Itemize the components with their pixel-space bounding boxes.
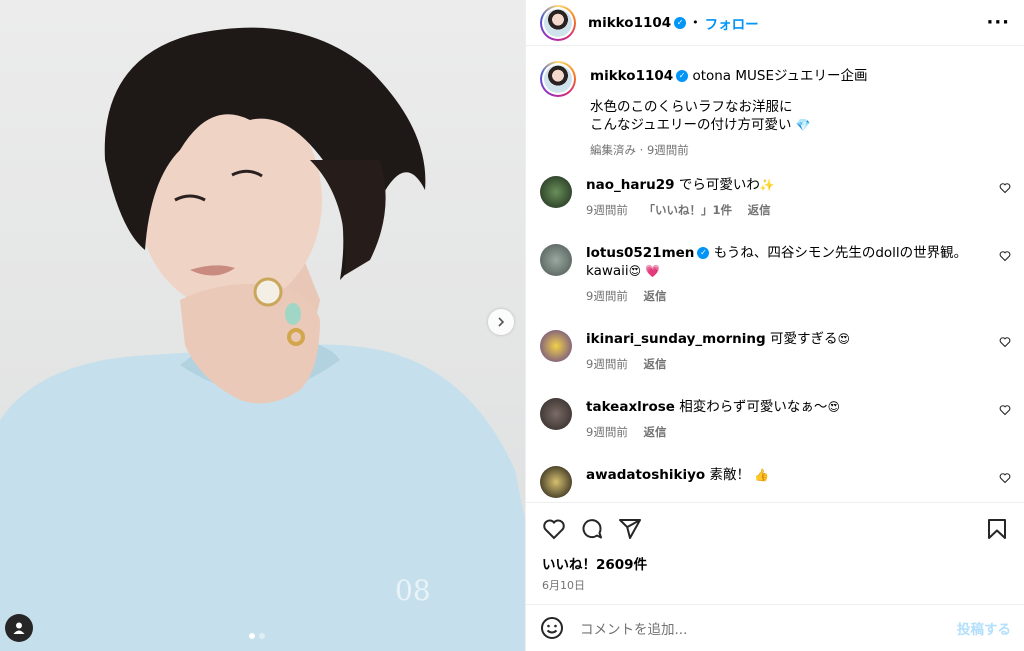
next-media-button[interactable] [488,309,514,335]
commenter-username[interactable]: lotus0521men [586,245,694,261]
likes-count[interactable]: いいね！2609件 [542,553,1009,573]
heart-icon[interactable] [999,336,1011,348]
heart-icon[interactable] [999,182,1011,194]
caption-line-2: こんなジュエリーの付け方可愛い [590,117,792,133]
comment-likes[interactable]: 「いいね！」1件 [643,203,732,217]
post-actions: いいね！2609件 6月10日 [526,502,1024,593]
post-date: 6月10日 [542,579,585,592]
verified-badge-icon: ✓ [697,247,710,259]
post-photo: 08 [0,27,525,651]
post-header: mikko1104 ✓ • フォロー ··· [526,0,1024,46]
commenter-username[interactable]: awadatoshikiyo [586,467,705,483]
heart-icon[interactable] [999,404,1011,416]
follow-button[interactable]: フォロー [705,13,759,33]
user-tag-icon [13,622,25,634]
gem-emoji: 💎 [795,118,811,132]
comment: takeaxlrose 相変わらず可愛いなぁ〜😍 9週間前 返信 [540,398,1011,441]
caption-avatar[interactable] [540,61,576,97]
comment: awadatoshikiyo 素敵！ 👍 [540,466,1011,498]
comment-meta: 9週間前 「いいね！」1件 返信 [586,201,1011,219]
heart-icon[interactable] [999,472,1011,484]
heart-icon[interactable] [542,517,566,541]
caption: mikko1104 ✓ otona MUSEジュエリー企画 水色のこのくらいラフな… [540,61,1011,159]
comment-text: 相変わらず可愛いなぁ〜 [679,399,828,415]
comment-icon[interactable] [580,517,604,541]
reply-button[interactable]: 返信 [748,203,771,217]
commenter-avatar[interactable] [540,244,572,276]
heart-eyes-emoji: 😍 [827,400,840,414]
caption-title: otona MUSEジュエリー企画 [692,68,868,84]
comment-time: 9週間前 [586,203,628,217]
comments-feed[interactable]: mikko1104 ✓ otona MUSEジュエリー企画 水色のこのくらいラフな… [526,47,1024,502]
post-side-panel: mikko1104 ✓ • フォロー ··· mikko1104 ✓ otona … [525,0,1024,651]
reply-button[interactable]: 返信 [643,357,666,371]
carousel-indicator [249,633,265,639]
verified-badge-icon: ✓ [676,70,689,82]
thumbs-up-emoji: 👍 [754,468,770,482]
comment-text: 可愛すぎる [769,331,838,347]
caption-username[interactable]: mikko1104 [590,68,673,84]
reply-button[interactable]: 返信 [643,425,666,439]
more-icon[interactable]: ··· [986,12,1010,33]
commenter-username[interactable]: takeaxlrose [586,399,675,415]
comment: lotus0521men ✓ もうね、四谷シモン先生のdollの世界観。 kawa… [540,244,1011,305]
reply-button[interactable]: 返信 [643,289,666,303]
comment: ikinari_sunday_morning 可愛すぎる😍 9週間前 返信 [540,330,1011,373]
sparkles-emoji: ✨ [759,178,775,192]
author-username[interactable]: mikko1104 [588,15,671,31]
emoji-icon[interactable] [540,616,564,640]
comment-bar: コメントを追加... 投稿する [526,604,1024,651]
heart-icon[interactable] [999,250,1011,262]
post-comment-button[interactable]: 投稿する [957,618,1011,638]
bookmark-icon[interactable] [985,517,1009,541]
svg-text:08: 08 [395,574,431,607]
heart-eyes-emoji: 😍 [837,332,850,346]
comment-meta: 9週間前 返信 [586,287,1011,305]
carousel-dot-active [249,633,255,639]
caption-meta: 編集済み · 9週間前 [590,143,689,157]
comment: nao_haru29 でら可愛いわ✨ 9週間前 「いいね！」1件 返信 [540,176,1011,219]
comment-text-2: kawaii [586,263,629,279]
comment-time: 9週間前 [586,357,628,371]
caption-line-1: 水色のこのくらいラフなお洋服に [590,99,793,115]
comment-input[interactable]: コメントを追加... [580,618,957,638]
comment-text: でら可愛いわ [678,177,760,193]
comment-text: 素敵！ [709,467,750,483]
commenter-avatar[interactable] [540,330,572,362]
commenter-avatar[interactable] [540,466,572,498]
commenter-avatar[interactable] [540,176,572,208]
author-avatar[interactable] [540,4,576,41]
commenter-username[interactable]: ikinari_sunday_morning [586,331,766,347]
carousel-dot [259,633,265,639]
tagged-users-button[interactable] [5,614,33,642]
heart-eyes-emoji: 😍 💗 [628,264,660,278]
post-media[interactable]: 08 [0,0,525,651]
chevron-right-icon [498,317,505,327]
comment-text: もうね、四谷シモン先生のdollの世界観。 [713,245,968,261]
verified-badge-icon: ✓ [674,16,687,29]
comment-meta: 9週間前 返信 [586,355,1011,373]
share-icon[interactable] [618,517,642,541]
separator-dot: • [692,16,699,29]
comment-time: 9週間前 [586,289,628,303]
post-dialog: 08 mikko1104 ✓ • フォロー ··· mikko1104 ✓ ot… [0,0,1024,651]
commenter-avatar[interactable] [540,398,572,430]
comment-meta: 9週間前 返信 [586,423,1011,441]
commenter-username[interactable]: nao_haru29 [586,177,675,193]
comment-time: 9週間前 [586,425,628,439]
